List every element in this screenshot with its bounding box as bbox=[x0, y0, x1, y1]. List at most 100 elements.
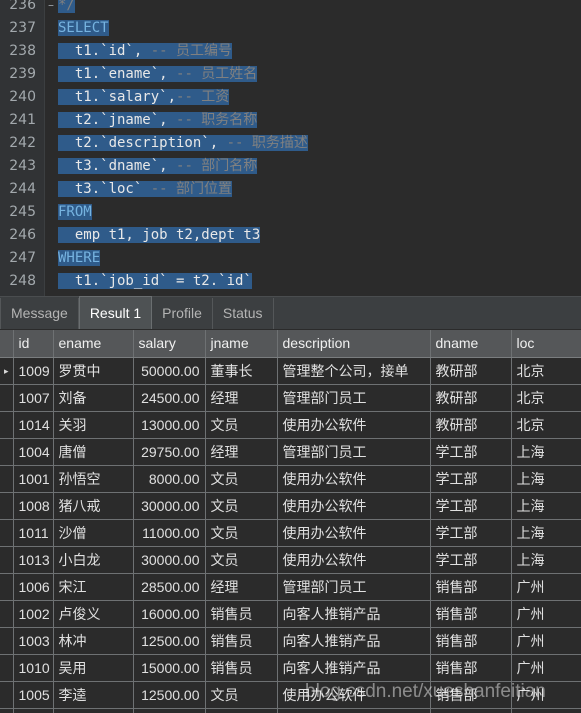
column-header-ename[interactable]: ename bbox=[53, 330, 134, 358]
row-marker[interactable] bbox=[0, 600, 14, 628]
cell-id[interactable]: 1012 bbox=[13, 708, 54, 713]
line-code[interactable]: t3.`dname`, -- 部门名称 bbox=[58, 155, 258, 178]
cell-description[interactable]: 使用办公软件 bbox=[277, 465, 431, 493]
editor-line[interactable]: 237 SELECT bbox=[0, 17, 581, 40]
cell-ename[interactable]: 猪八戒 bbox=[53, 492, 134, 520]
cell-ename[interactable]: 罗贯中 bbox=[53, 357, 134, 385]
tab-result-1[interactable]: Result 1 bbox=[78, 296, 153, 329]
cell-id[interactable]: 1010 bbox=[13, 654, 54, 682]
cell-description[interactable]: 使用办公软件 bbox=[277, 411, 431, 439]
cell-loc[interactable]: 上海 bbox=[511, 546, 581, 574]
line-code[interactable]: */ bbox=[58, 0, 75, 17]
cell-id[interactable]: 1005 bbox=[13, 681, 54, 709]
cell-loc[interactable]: 上海 bbox=[511, 438, 581, 466]
cell-description[interactable]: 向客人推销产品 bbox=[277, 627, 431, 655]
table-row[interactable]: 1014 关羽 13000.00 文员 使用办公软件 教研部 北京 bbox=[0, 411, 581, 439]
table-row[interactable]: 1001 孙悟空 8000.00 文员 使用办公软件 学工部 上海 bbox=[0, 465, 581, 493]
line-code[interactable]: t2.`jname`, -- 职务名称 bbox=[58, 109, 258, 132]
editor-line[interactable]: 239 t1.`ename`, -- 员工姓名 bbox=[0, 63, 581, 86]
table-row[interactable]: 1006 宋江 28500.00 经理 管理部门员工 销售部 广州 bbox=[0, 573, 581, 601]
editor-line[interactable]: 243 t3.`dname`, -- 部门名称 bbox=[0, 155, 581, 178]
cell-jname[interactable]: 经理 bbox=[205, 438, 278, 466]
cell-description[interactable]: 管理部门员工 bbox=[277, 438, 431, 466]
cell-id[interactable]: 1013 bbox=[13, 546, 54, 574]
cell-id[interactable]: 1004 bbox=[13, 438, 54, 466]
cell-dname[interactable]: 销售部 bbox=[430, 708, 512, 713]
table-row[interactable]: 1011 沙僧 11000.00 文员 使用办公软件 学工部 上海 bbox=[0, 519, 581, 547]
editor-line[interactable]: 240 t1.`salary`,-- 工资 bbox=[0, 86, 581, 109]
cell-loc[interactable]: 北京 bbox=[511, 357, 581, 385]
cell-loc[interactable]: 广州 bbox=[511, 708, 581, 713]
cell-description[interactable]: 管理部门员工 bbox=[277, 573, 431, 601]
cell-description[interactable]: 使用办公软件 bbox=[277, 519, 431, 547]
line-code[interactable]: WHERE bbox=[58, 247, 101, 270]
line-code[interactable]: FROM bbox=[58, 201, 92, 224]
cell-ename[interactable]: 宋江 bbox=[53, 573, 134, 601]
cell-salary[interactable]: 9500.00 bbox=[133, 708, 206, 713]
cell-salary[interactable]: 28500.00 bbox=[133, 573, 206, 601]
cell-id[interactable]: 1008 bbox=[13, 492, 54, 520]
row-marker[interactable] bbox=[0, 411, 14, 439]
cell-ename[interactable]: 关羽 bbox=[53, 411, 134, 439]
table-row[interactable]: 1004 唐僧 29750.00 经理 管理部门员工 学工部 上海 bbox=[0, 438, 581, 466]
table-row[interactable]: 1007 刘备 24500.00 经理 管理部门员工 教研部 北京 bbox=[0, 384, 581, 412]
editor-line[interactable]: 247 WHERE bbox=[0, 247, 581, 270]
cell-id[interactable]: 1007 bbox=[13, 384, 54, 412]
cell-salary[interactable]: 30000.00 bbox=[133, 546, 206, 574]
cell-jname[interactable]: 销售员 bbox=[205, 627, 278, 655]
row-marker[interactable] bbox=[0, 465, 14, 493]
cell-id[interactable]: 1011 bbox=[13, 519, 54, 547]
cell-ename[interactable]: 卢俊义 bbox=[53, 600, 134, 628]
cell-salary[interactable]: 29750.00 bbox=[133, 438, 206, 466]
cell-description[interactable]: 管理部门员工 bbox=[277, 384, 431, 412]
cell-ename[interactable]: 李逵 bbox=[53, 681, 134, 709]
row-marker[interactable] bbox=[0, 573, 14, 601]
editor-line[interactable]: 248 t1.`job_id` = t2.`id` bbox=[0, 270, 581, 293]
cell-description[interactable]: 使用办公软件 bbox=[277, 708, 431, 713]
cell-loc[interactable]: 广州 bbox=[511, 681, 581, 709]
row-marker[interactable] bbox=[0, 627, 14, 655]
column-header-dname[interactable]: dname bbox=[430, 330, 512, 358]
cell-dname[interactable]: 教研部 bbox=[430, 384, 512, 412]
editor-line[interactable]: 244 t3.`loc` -- 部门位置 bbox=[0, 178, 581, 201]
cell-ename[interactable]: 小白龙 bbox=[53, 546, 134, 574]
cell-id[interactable]: 1001 bbox=[13, 465, 54, 493]
cell-id[interactable]: 1003 bbox=[13, 627, 54, 655]
cell-salary[interactable]: 24500.00 bbox=[133, 384, 206, 412]
cell-salary[interactable]: 12500.00 bbox=[133, 627, 206, 655]
cell-jname[interactable]: 文员 bbox=[205, 519, 278, 547]
column-header-salary[interactable]: salary bbox=[133, 330, 206, 358]
cell-description[interactable]: 向客人推销产品 bbox=[277, 654, 431, 682]
cell-description[interactable]: 使用办公软件 bbox=[277, 681, 431, 709]
cell-loc[interactable]: 北京 bbox=[511, 411, 581, 439]
cell-dname[interactable]: 销售部 bbox=[430, 654, 512, 682]
table-row[interactable]: 1008 猪八戒 30000.00 文员 使用办公软件 学工部 上海 bbox=[0, 492, 581, 520]
column-header-jname[interactable]: jname bbox=[205, 330, 278, 358]
cell-loc[interactable]: 广州 bbox=[511, 627, 581, 655]
cell-dname[interactable]: 教研部 bbox=[430, 411, 512, 439]
table-row[interactable]: ▸ 1009 罗贯中 50000.00 董事长 管理整个公司，接单 教研部 北京 bbox=[0, 357, 581, 385]
cell-ename[interactable]: 沙僧 bbox=[53, 519, 134, 547]
editor-line[interactable]: 246 emp t1, job t2,dept t3 bbox=[0, 224, 581, 247]
cell-id[interactable]: 1009 bbox=[13, 357, 54, 385]
line-code[interactable]: t2.`description`, -- 职务描述 bbox=[58, 132, 308, 155]
column-header-id[interactable]: id bbox=[13, 330, 54, 358]
table-row[interactable]: 1002 卢俊义 16000.00 销售员 向客人推销产品 销售部 广州 bbox=[0, 600, 581, 628]
cell-dname[interactable]: 学工部 bbox=[430, 465, 512, 493]
cell-dname[interactable]: 学工部 bbox=[430, 519, 512, 547]
cell-loc[interactable]: 广州 bbox=[511, 600, 581, 628]
line-code[interactable]: emp t1, job t2,dept t3 bbox=[58, 224, 261, 247]
cell-salary[interactable]: 12500.00 bbox=[133, 681, 206, 709]
cell-salary[interactable]: 30000.00 bbox=[133, 492, 206, 520]
cell-jname[interactable]: 文员 bbox=[205, 411, 278, 439]
cell-loc[interactable]: 上海 bbox=[511, 492, 581, 520]
result-grid[interactable]: id ename salary jname description dname loc ▸ 1… bbox=[0, 330, 581, 713]
cell-jname[interactable]: 董事长 bbox=[205, 357, 278, 385]
cell-description[interactable]: 管理整个公司，接单 bbox=[277, 357, 431, 385]
cell-description[interactable]: 使用办公软件 bbox=[277, 546, 431, 574]
cell-dname[interactable]: 销售部 bbox=[430, 627, 512, 655]
cell-ename[interactable]: 刘备 bbox=[53, 384, 134, 412]
code-fold-icon[interactable]: – bbox=[45, 0, 57, 17]
editor-line[interactable]: 241 t2.`jname`, -- 职务名称 bbox=[0, 109, 581, 132]
cell-ename[interactable]: 李逵 bbox=[53, 708, 134, 713]
